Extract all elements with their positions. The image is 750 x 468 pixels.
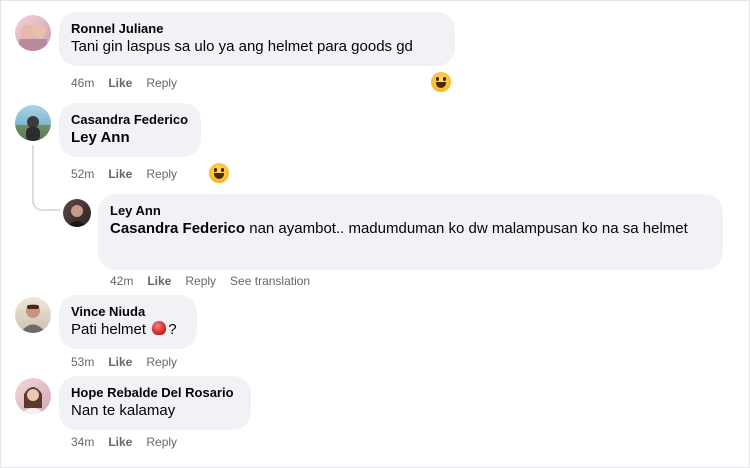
like-button[interactable]: Like	[108, 166, 132, 182]
like-button[interactable]: Like	[147, 273, 171, 289]
reply-button[interactable]: Reply	[146, 354, 177, 370]
comment-text: Casandra Federico nan ayambot.. madumdum…	[110, 219, 711, 239]
comment-actions: 53m Like Reply	[71, 354, 191, 370]
avatar[interactable]	[15, 378, 51, 414]
comment-mention[interactable]: Ley Ann	[71, 128, 189, 148]
comment-bubble: Hope Rebalde Del Rosario Nan te kalamay	[59, 376, 251, 430]
comment-author[interactable]: Ley Ann	[110, 202, 711, 219]
comment-time[interactable]: 52m	[71, 166, 94, 182]
comment-time[interactable]: 42m	[110, 273, 133, 289]
comment-body: nan ayambot.. madumduman ko dw malampusa…	[245, 220, 688, 237]
avatar[interactable]	[15, 105, 51, 141]
comment-time[interactable]: 34m	[71, 434, 94, 450]
comment-text-part: Pati helmet	[71, 321, 151, 338]
reply-thread-line	[32, 145, 60, 211]
comment-bubble: Casandra Federico Ley Ann	[59, 103, 201, 157]
reply-button[interactable]: Reply	[146, 75, 177, 91]
comment-actions: 46m Like Reply	[71, 75, 191, 91]
avatar[interactable]	[15, 15, 51, 51]
comment-author[interactable]: Casandra Federico	[71, 111, 189, 128]
comment-bubble: Ronnel Juliane Tani gin laspus sa ulo ya…	[59, 12, 455, 66]
comment-text: Nan te kalamay	[71, 402, 176, 419]
comment-bubble: Ley Ann Casandra Federico nan ayambot.. …	[98, 194, 723, 270]
avatar[interactable]	[15, 297, 51, 333]
comment-time[interactable]: 46m	[71, 75, 94, 91]
comment-author[interactable]: Hope Rebalde Del Rosario	[71, 384, 239, 401]
comment-text: Tani gin laspus sa ulo ya ang helmet par…	[71, 38, 413, 55]
like-button[interactable]: Like	[108, 434, 132, 450]
see-translation-link[interactable]: See translation	[230, 273, 310, 289]
reply-button[interactable]: Reply	[185, 273, 216, 289]
laughing-face-icon[interactable]	[431, 72, 451, 92]
like-button[interactable]: Like	[108, 354, 132, 370]
comment-author[interactable]: Vince Niuda	[71, 303, 185, 320]
avatar[interactable]	[63, 199, 91, 227]
comments-panel: Ronnel Juliane Tani gin laspus sa ulo ya…	[0, 0, 750, 468]
comment-time[interactable]: 53m	[71, 354, 94, 370]
helmet-emoji-icon	[152, 321, 167, 335]
reply-button[interactable]: Reply	[146, 434, 177, 450]
comment-actions: 34m Like Reply	[71, 434, 191, 450]
comment-actions: 52m Like Reply	[71, 166, 191, 182]
comment-mention[interactable]: Casandra Federico	[110, 220, 245, 237]
comment-bubble: Vince Niuda Pati helmet ?	[59, 295, 197, 349]
comment-text-part: ?	[168, 321, 177, 338]
laughing-face-icon[interactable]	[209, 163, 229, 183]
comment-text: Pati helmet ?	[71, 320, 185, 340]
reply-button[interactable]: Reply	[146, 166, 177, 182]
comment-author[interactable]: Ronnel Juliane	[71, 20, 443, 37]
comment-actions: 42m Like Reply See translation	[110, 273, 324, 289]
like-button[interactable]: Like	[108, 75, 132, 91]
